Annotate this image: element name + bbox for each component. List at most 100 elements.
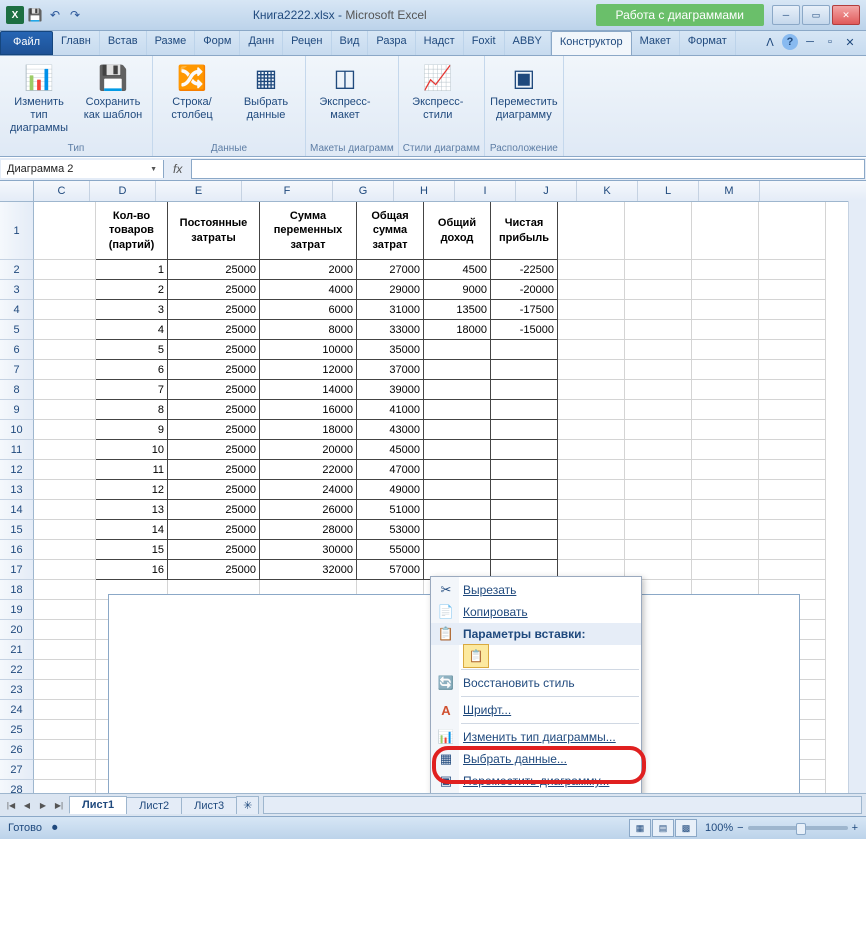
zoom-in-icon[interactable]: + (852, 822, 858, 834)
row-header[interactable]: 22 (0, 660, 34, 680)
data-cell[interactable] (625, 480, 692, 500)
data-cell[interactable]: 1 (96, 260, 168, 280)
name-box[interactable]: Диаграмма 2▼ (1, 160, 164, 178)
tab-chart-format[interactable]: Формат (680, 31, 736, 55)
empty-cell[interactable] (34, 640, 96, 660)
data-cell[interactable] (558, 520, 625, 540)
cm-copy[interactable]: 📄Копировать (431, 601, 641, 623)
data-cell[interactable] (759, 440, 826, 460)
data-cell[interactable]: -20000 (491, 280, 558, 300)
data-cell[interactable] (759, 420, 826, 440)
tab-developer[interactable]: Разра (368, 31, 415, 55)
view-page-break-icon[interactable]: ▩ (675, 819, 697, 837)
data-cell[interactable] (558, 400, 625, 420)
data-cell[interactable]: 30000 (260, 540, 357, 560)
data-cell[interactable]: 12 (96, 480, 168, 500)
data-cell[interactable] (34, 420, 96, 440)
row-header[interactable]: 13 (0, 480, 34, 500)
data-cell[interactable] (692, 360, 759, 380)
data-cell[interactable] (759, 320, 826, 340)
data-cell[interactable] (759, 520, 826, 540)
row-header[interactable]: 23 (0, 680, 34, 700)
select-all-corner[interactable] (0, 181, 34, 201)
row-header[interactable]: 27 (0, 760, 34, 780)
cm-restore-style[interactable]: 🔄Восстановить стиль (431, 672, 641, 694)
data-cell[interactable]: 14 (96, 520, 168, 540)
tab-addins[interactable]: Надст (416, 31, 464, 55)
data-cell[interactable]: 18000 (260, 420, 357, 440)
row-header[interactable]: 19 (0, 600, 34, 620)
data-cell[interactable]: 25000 (168, 560, 260, 580)
tab-file[interactable]: Файл (0, 31, 53, 55)
data-cell[interactable] (34, 280, 96, 300)
data-cell[interactable]: 10 (96, 440, 168, 460)
data-cell[interactable]: 9000 (424, 280, 491, 300)
empty-cell[interactable] (34, 620, 96, 640)
sheet-tab-1[interactable]: Лист1 (69, 796, 127, 814)
data-cell[interactable] (625, 460, 692, 480)
data-cell[interactable]: 41000 (357, 400, 424, 420)
header-cell[interactable]: Общий доход (424, 202, 491, 260)
data-cell[interactable] (34, 500, 96, 520)
data-cell[interactable] (34, 360, 96, 380)
data-cell[interactable]: 11 (96, 460, 168, 480)
data-cell[interactable] (491, 440, 558, 460)
data-cell[interactable] (424, 520, 491, 540)
data-cell[interactable]: 57000 (357, 560, 424, 580)
data-cell[interactable] (491, 500, 558, 520)
tab-data[interactable]: Данн (240, 31, 283, 55)
data-cell[interactable] (759, 280, 826, 300)
new-sheet-button[interactable]: ✳ (236, 796, 259, 814)
macro-record-icon[interactable]: ⏺ (52, 822, 58, 835)
data-cell[interactable] (491, 380, 558, 400)
empty-cell[interactable] (34, 580, 96, 600)
data-cell[interactable] (558, 280, 625, 300)
data-cell[interactable] (625, 260, 692, 280)
data-cell[interactable] (491, 340, 558, 360)
data-cell[interactable] (692, 440, 759, 460)
row-header[interactable]: 25 (0, 720, 34, 740)
row-header[interactable]: 28 (0, 780, 34, 793)
spreadsheet-grid[interactable]: CDEFGHIJKLM 1Кол-во товаров (партий)Пост… (0, 181, 866, 793)
data-cell[interactable] (558, 500, 625, 520)
data-cell[interactable] (625, 380, 692, 400)
data-cell[interactable] (692, 480, 759, 500)
data-cell[interactable] (424, 540, 491, 560)
data-cell[interactable] (558, 480, 625, 500)
quick-layout-button[interactable]: ◫ Экспресс-макет (310, 60, 380, 124)
undo-icon[interactable]: ↶ (46, 6, 64, 24)
data-cell[interactable]: 8000 (260, 320, 357, 340)
zoom-out-icon[interactable]: − (737, 822, 743, 834)
help-icon[interactable]: ? (782, 34, 798, 50)
row-header[interactable]: 4 (0, 300, 34, 320)
data-cell[interactable]: 25000 (168, 340, 260, 360)
empty-cell[interactable] (34, 700, 96, 720)
empty-cell[interactable] (34, 660, 96, 680)
data-cell[interactable]: 5 (96, 340, 168, 360)
data-cell[interactable]: 6000 (260, 300, 357, 320)
horizontal-scrollbar[interactable] (263, 796, 862, 814)
row-header[interactable]: 26 (0, 740, 34, 760)
data-cell[interactable] (692, 320, 759, 340)
redo-icon[interactable]: ↷ (66, 6, 84, 24)
data-cell[interactable]: 4000 (260, 280, 357, 300)
data-cell[interactable] (491, 400, 558, 420)
maximize-button[interactable]: ▭ (802, 5, 830, 25)
data-cell[interactable]: 10000 (260, 340, 357, 360)
row-header[interactable]: 6 (0, 340, 34, 360)
header-cell[interactable]: Постоянные затраты (168, 202, 260, 260)
data-cell[interactable]: 32000 (260, 560, 357, 580)
data-cell[interactable] (424, 480, 491, 500)
data-cell[interactable] (625, 360, 692, 380)
data-cell[interactable] (625, 280, 692, 300)
data-cell[interactable] (491, 420, 558, 440)
col-header-H[interactable]: H (394, 181, 455, 201)
col-header-D[interactable]: D (90, 181, 156, 201)
data-cell[interactable] (759, 560, 826, 580)
row-header[interactable]: 7 (0, 360, 34, 380)
data-cell[interactable]: 13 (96, 500, 168, 520)
tab-abbyy[interactable]: ABBY (505, 31, 551, 55)
data-cell[interactable]: -15000 (491, 320, 558, 340)
data-cell[interactable] (34, 540, 96, 560)
data-cell[interactable] (759, 300, 826, 320)
